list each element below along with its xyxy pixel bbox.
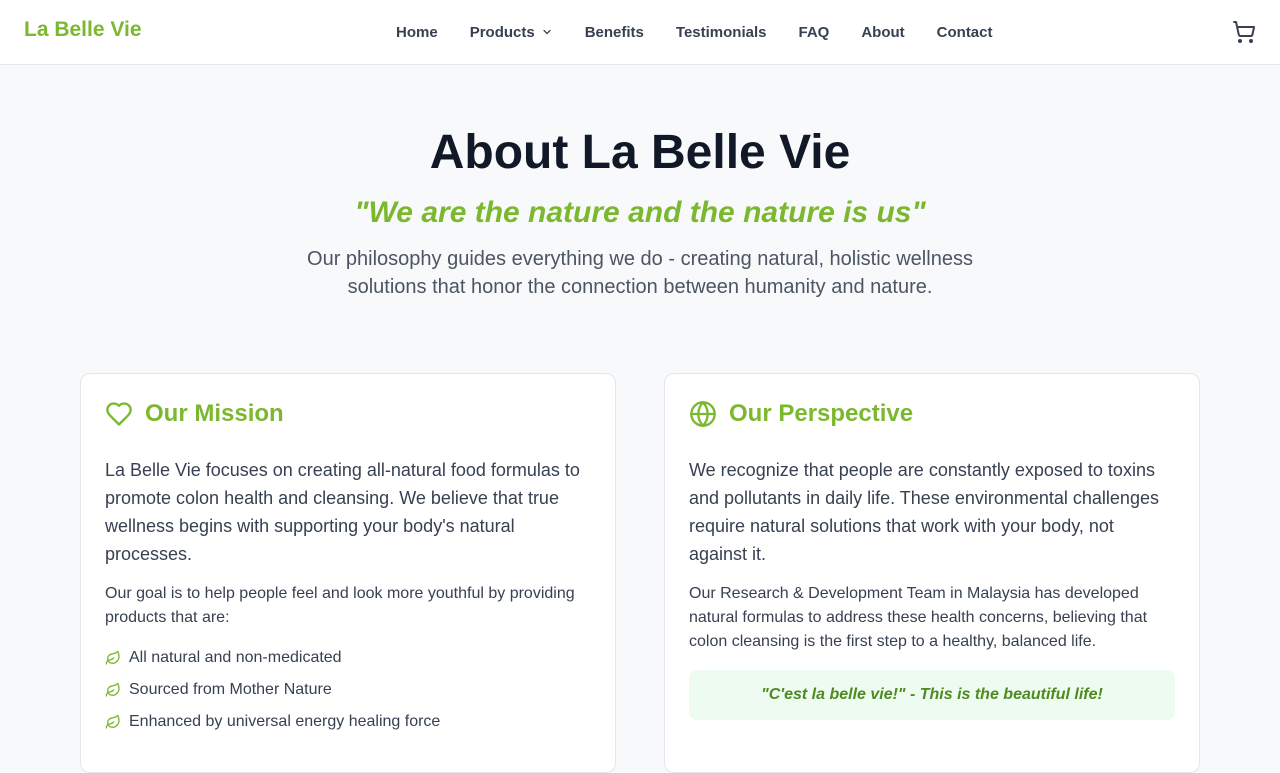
tagline: "We are the nature and the nature is us" [354, 196, 926, 229]
mission-benefit-list: All natural and non-medicated Sourced fr… [105, 646, 591, 734]
nav-link-label: FAQ [798, 23, 830, 41]
nav-link-benefits[interactable]: Benefits [585, 24, 644, 41]
shopping-cart-icon[interactable] [1232, 20, 1256, 44]
philosophy-text: Our philosophy guides everything we do -… [307, 248, 973, 298]
nav-link-testimonials[interactable]: Testimonials [676, 24, 767, 41]
heart-icon [105, 400, 133, 428]
perspective-body: Our Research & Development Team in Malay… [689, 585, 1148, 650]
mission-card: Our Mission La Belle Vie focuses on crea… [80, 373, 616, 773]
nav-link-faq[interactable]: FAQ [798, 24, 829, 41]
perspective-title: Our Perspective [729, 400, 914, 427]
list-item-label: Sourced from Mother Nature [129, 681, 332, 698]
perspective-quote: "C'est la belle vie!" - This is the beau… [689, 670, 1175, 720]
nav-link-label: Contact [936, 23, 993, 41]
nav-link-label: Home [396, 23, 438, 41]
nav-link-about[interactable]: About [861, 24, 904, 41]
globe-icon [689, 400, 717, 428]
nav-link-label: Products [469, 23, 535, 41]
leaf-icon [105, 682, 121, 698]
list-item-label: Enhanced by universal energy healing for… [129, 713, 441, 730]
brand-logo-link[interactable]: La Belle Vie [24, 18, 142, 42]
leaf-icon [105, 714, 121, 730]
list-item: Enhanced by universal energy healing for… [105, 710, 591, 734]
top-navbar: La Belle Vie Home Products Benefits Test… [0, 0, 1280, 65]
nav-link-home[interactable]: Home [396, 24, 438, 41]
leaf-icon [105, 650, 121, 666]
list-item-label: All natural and non-medicated [129, 649, 342, 666]
perspective-card-header: Our Perspective [689, 398, 1175, 430]
about-hero: About La Belle Vie "We are the nature an… [0, 65, 1280, 301]
nav-link-label: Testimonials [675, 23, 767, 41]
page-title: About La Belle Vie [429, 126, 851, 179]
perspective-lead: We recognize that people are constantly … [689, 460, 1159, 564]
nav-link-label: Benefits [584, 23, 644, 41]
mission-body: Our goal is to help people feel and look… [105, 585, 575, 626]
nav-link-contact[interactable]: Contact [937, 24, 993, 41]
mission-lead: La Belle Vie focuses on creating all-nat… [105, 460, 580, 564]
nav-link-products[interactable]: Products [470, 24, 553, 41]
nav-link-label: About [861, 23, 905, 41]
perspective-card: Our Perspective We recognize that people… [664, 373, 1200, 773]
mission-card-header: Our Mission [105, 398, 591, 430]
list-item: All natural and non-medicated [105, 646, 591, 670]
chevron-down-icon [541, 26, 553, 38]
mission-title: Our Mission [145, 400, 284, 427]
nav-links: Home Products Benefits Testimonials FAQ … [396, 0, 1025, 64]
list-item: Sourced from Mother Nature [105, 678, 591, 702]
